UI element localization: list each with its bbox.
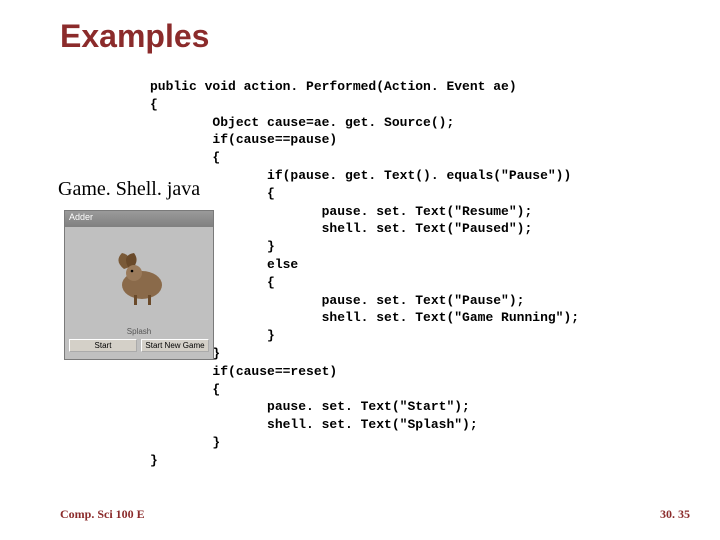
window-titlebar: Adder (65, 211, 213, 227)
app-window: Adder Splash Start Start New Game (64, 210, 214, 360)
slide: Examples public void action. Performed(A… (0, 0, 720, 540)
slide-title: Examples (60, 18, 209, 55)
new-game-button[interactable]: Start New Game (141, 339, 209, 352)
window-buttons: Start Start New Game (65, 338, 213, 355)
ram-image (104, 247, 174, 307)
start-button[interactable]: Start (69, 339, 137, 352)
footer-right: 30. 35 (660, 507, 690, 522)
window-content (65, 227, 213, 327)
code-block: public void action. Performed(Action. Ev… (150, 78, 579, 470)
footer-left: Comp. Sci 100 E (60, 507, 145, 522)
file-label: Game. Shell. java (58, 178, 200, 201)
window-label: Splash (65, 327, 213, 338)
